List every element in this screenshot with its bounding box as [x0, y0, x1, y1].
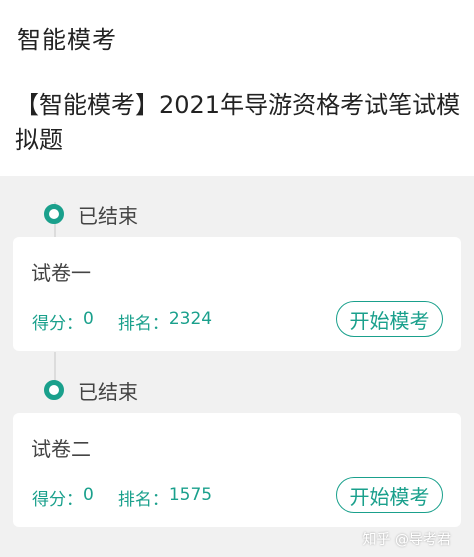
start-exam-button[interactable]: 开始模考	[336, 477, 443, 513]
paper-card: 试卷二 得分： 0 排名： 1575 开始模考	[13, 413, 461, 527]
page-title: 智能模考	[17, 26, 117, 54]
exam-title: 【智能模考】2021年导游资格考试笔试模拟题	[15, 91, 461, 154]
status-dot-icon	[44, 380, 64, 400]
status-row: 已结束	[44, 377, 138, 404]
paper-list: 已结束 试卷一 得分： 0 排名： 2324 开始模考 已结束 试卷二 得分： …	[0, 176, 474, 557]
paper-meta: 得分： 0 排名： 2324	[32, 309, 212, 334]
status-text: 已结束	[78, 379, 138, 404]
watermark: 知乎 @导考君	[362, 532, 451, 548]
start-exam-button[interactable]: 开始模考	[336, 301, 443, 337]
score-value: 0	[83, 309, 94, 329]
paper-name: 试卷一	[31, 261, 91, 285]
rank-value: 1575	[168, 485, 213, 505]
app-header: 智能模考	[0, 0, 474, 74]
paper-card: 试卷一 得分： 0 排名： 2324 开始模考	[13, 237, 461, 351]
status-dot-icon	[44, 204, 64, 224]
status-text: 已结束	[78, 203, 138, 228]
paper-meta: 得分： 0 排名： 1575	[32, 485, 212, 510]
paper-name: 试卷二	[31, 437, 91, 461]
rank-value: 2324	[168, 309, 213, 329]
score-label: 得分：	[32, 314, 83, 334]
score-value: 0	[83, 485, 94, 505]
score-label: 得分：	[32, 490, 83, 510]
rank-label: 排名：	[117, 490, 169, 510]
status-row: 已结束	[44, 201, 138, 228]
rank-label: 排名：	[117, 314, 169, 334]
